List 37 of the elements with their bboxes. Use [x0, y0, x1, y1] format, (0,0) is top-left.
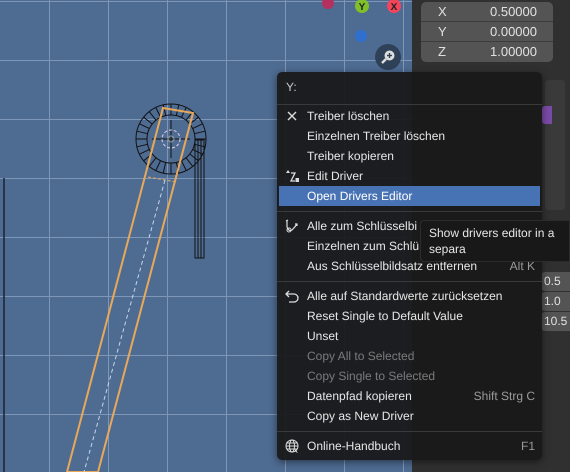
shortcut-label: Shift Strg C	[474, 388, 535, 405]
axis-dot[interactable]	[355, 30, 367, 42]
number-field[interactable]: X 0.50000	[421, 2, 553, 22]
shortcut-label: F1	[520, 438, 535, 455]
number-field[interactable]: Y 0.00000	[421, 22, 553, 42]
menu-item[interactable]: Online-Handbuch F1	[277, 436, 542, 456]
menu-item[interactable]: Reset Single to Default Value	[277, 306, 542, 326]
field-label: X	[438, 2, 447, 21]
menu-title: Y:	[285, 79, 298, 96]
field-value: 1.00000	[490, 43, 537, 62]
driver-icon	[285, 169, 299, 183]
field-value: 0.50000	[490, 2, 537, 21]
wheel-drawing	[136, 104, 206, 174]
axis-label: X	[390, 2, 398, 13]
menu-item[interactable]: Treiber kopieren	[277, 146, 542, 166]
number-field[interactable]: 1.0	[541, 292, 570, 311]
number-field[interactable]: Z 1.00000	[421, 42, 553, 62]
field-label: Z	[438, 43, 446, 62]
globe-icon	[285, 439, 299, 453]
number-field[interactable]: 0.5	[541, 272, 570, 291]
tooltip: Show drivers editor in a separa	[420, 220, 570, 262]
menu-item[interactable]: Open Drivers Editor	[279, 186, 540, 206]
keyframe-icon	[285, 219, 299, 233]
menu-item[interactable]: Alle auf Standardwerte zurücksetzen	[277, 286, 542, 306]
axis-label: Y	[358, 2, 366, 13]
number-field[interactable]: 10.5	[541, 312, 570, 331]
field-value: 0.00000	[490, 22, 537, 41]
zoom-icon	[380, 49, 396, 65]
menu-item[interactable]: Edit Driver	[277, 166, 542, 186]
menu-item[interactable]: Copy as New Driver	[277, 406, 542, 426]
undo-icon	[285, 289, 299, 303]
menu-item[interactable]: Treiber löschen	[277, 106, 542, 126]
close-icon	[285, 109, 299, 123]
menu-item[interactable]: Einzelnen Treiber löschen	[277, 126, 542, 146]
menu-item[interactable]: Datenpfad kopieren Shift Strg C	[277, 386, 542, 406]
menu-item[interactable]: Unset	[277, 326, 542, 346]
field-label: Y	[438, 22, 447, 41]
